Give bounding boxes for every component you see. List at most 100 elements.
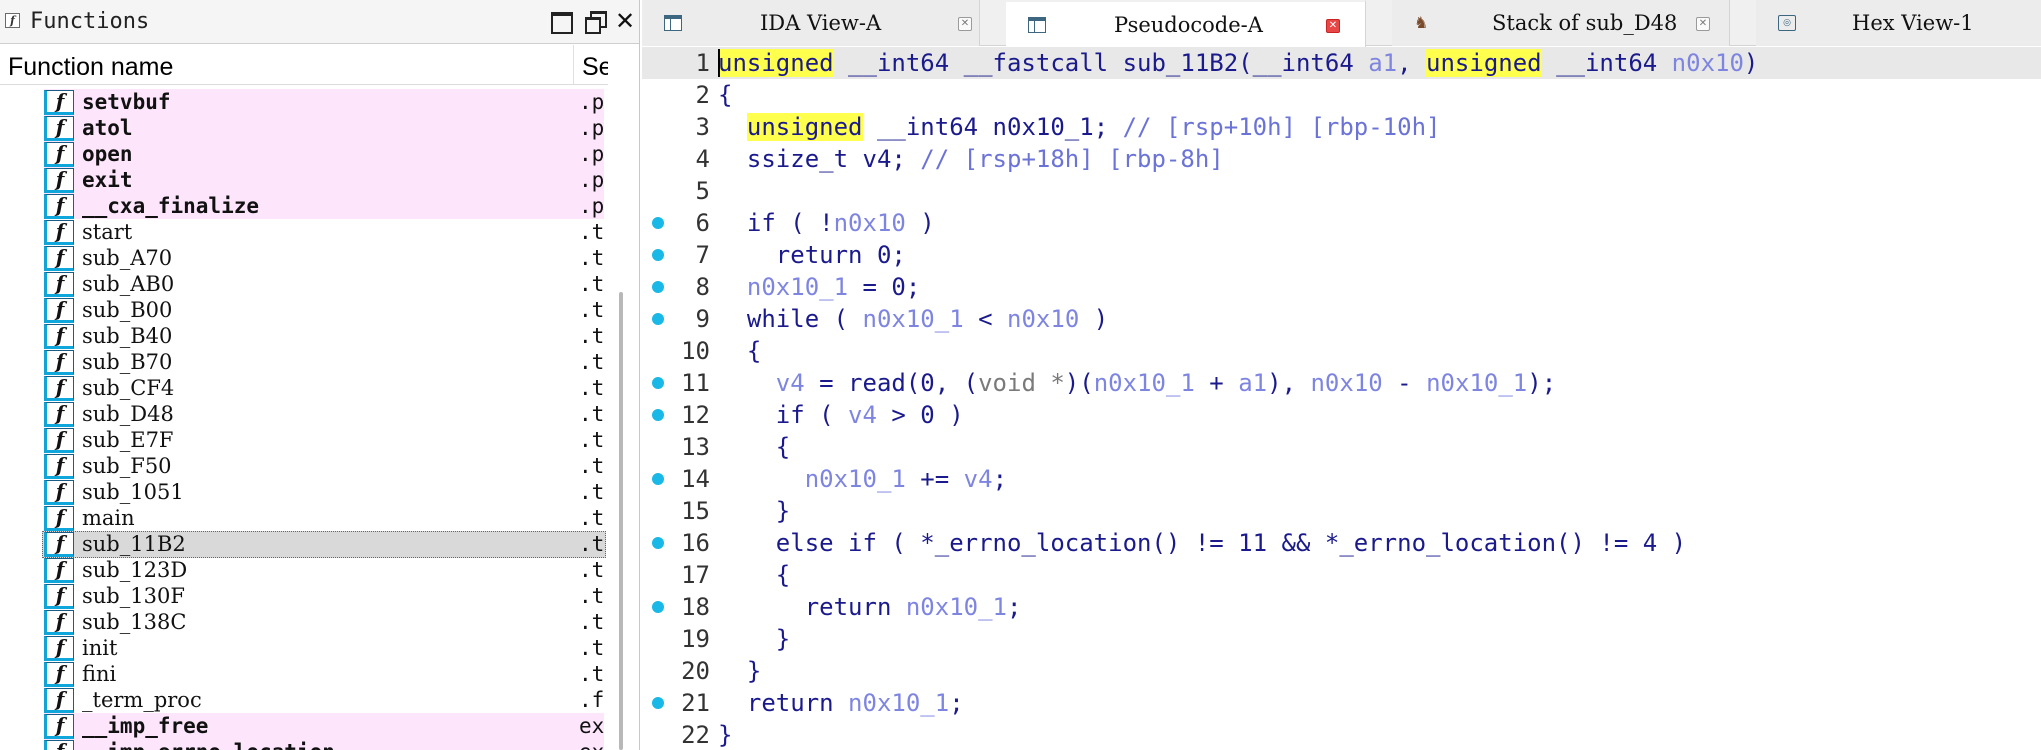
code-text: {	[718, 433, 791, 461]
function-name: sub_B70	[82, 350, 173, 374]
function-icon: f	[44, 662, 74, 687]
code-line[interactable]: 14 n0x10_1 += v4;	[642, 463, 2041, 495]
code-line[interactable]: 20 }	[642, 655, 2041, 687]
function-row[interactable]: f sub_B70 .t	[0, 349, 604, 375]
function-row[interactable]: f __imp_errno_location ex	[0, 739, 604, 750]
function-row[interactable]: f setvbuf .p	[0, 89, 604, 115]
code-line[interactable]: 9 while ( n0x10_1 < n0x10 )	[642, 303, 2041, 335]
tab-close-icon[interactable]: ✕	[1696, 17, 1710, 31]
function-icon: f	[44, 168, 74, 193]
function-row[interactable]: f init .t	[0, 635, 604, 661]
column-segment[interactable]: Se	[582, 53, 608, 82]
function-row[interactable]: f sub_123D .t	[0, 557, 604, 583]
code-text: }	[718, 721, 733, 749]
function-row[interactable]: f sub_1051 .t	[0, 479, 604, 505]
ida-view-icon	[664, 15, 682, 31]
code-text: n0x10_1 += v4;	[804, 465, 1008, 493]
function-segment: .t	[579, 402, 605, 426]
function-name: sub_CF4	[82, 376, 175, 400]
function-row[interactable]: f sub_E7F .t	[0, 427, 604, 453]
function-row[interactable]: f sub_AB0 .t	[0, 271, 604, 297]
code-line[interactable]: 1 unsigned __int64 __fastcall sub_11B2(__…	[642, 47, 2041, 79]
code-line[interactable]: 2{	[642, 79, 2041, 111]
functions-list: f setvbuf .p f atol .p f open .p f exit .p f __cxa_fi…	[0, 89, 606, 750]
line-number: 15	[681, 497, 710, 525]
line-number: 20	[681, 657, 710, 685]
function-row[interactable]: f sub_CF4 .t	[0, 375, 604, 401]
function-segment: .t	[579, 298, 605, 322]
function-icon: f	[44, 454, 74, 479]
stack-icon: ♞	[1414, 13, 1429, 32]
function-row[interactable]: f sub_A70 .t	[0, 245, 604, 271]
function-row[interactable]: f _term_proc .f	[0, 687, 604, 713]
tab-label: Stack of sub_D48	[1492, 11, 1678, 35]
line-number: 19	[681, 625, 710, 653]
function-name: sub_B00	[82, 298, 173, 322]
function-name: sub_AB0	[82, 272, 175, 296]
function-row[interactable]: f exit .p	[0, 167, 604, 193]
column-function-name[interactable]: Function name	[8, 53, 173, 82]
function-name: sub_11B2	[82, 532, 186, 556]
function-icon: f	[44, 428, 74, 453]
function-segment: .t	[579, 454, 605, 478]
code-text: }	[718, 657, 762, 685]
float-window-icon[interactable]	[584, 10, 607, 34]
code-line[interactable]: 4 ssize_t v4; // [rsp+18h] [rbp-8h]	[642, 143, 2041, 175]
function-row[interactable]: f fini .t	[0, 661, 604, 687]
function-name: fini	[82, 662, 117, 686]
code-text: return 0;	[718, 241, 906, 269]
function-segment: .p	[579, 116, 605, 140]
code-line[interactable]: 5	[642, 175, 2041, 207]
column-separator[interactable]	[573, 45, 574, 85]
code-line[interactable]: 12 if ( v4 > 0 )	[642, 399, 2041, 431]
code-text: {	[718, 337, 762, 365]
function-row[interactable]: f open .p	[0, 141, 604, 167]
code-line[interactable]: 16 else if ( *_errno_location() != 11 &&…	[642, 527, 2041, 559]
code-line[interactable]: 11 v4 = read(0, (void *)(n0x10_1 + a1), …	[642, 367, 2041, 399]
code-text: if ( v4 > 0 )	[718, 401, 964, 429]
code-line[interactable]: 3 unsigned __int64 n0x10_1; // [rsp+10h]…	[642, 111, 2041, 143]
tab-ida-view-a[interactable]: IDA View-A ✕	[642, 0, 980, 46]
close-icon[interactable]: ✕	[614, 9, 636, 33]
function-row[interactable]: f sub_D48 .t	[0, 401, 604, 427]
code-line[interactable]: 13 {	[642, 431, 2041, 463]
tab-stack-of-sub-d48[interactable]: ♞ Stack of sub_D48 ✕	[1392, 0, 1730, 46]
function-row[interactable]: f start .t	[0, 219, 604, 245]
function-name: __imp_errno_location	[82, 739, 335, 750]
code-line[interactable]: 6 if ( !n0x10 )	[642, 207, 2041, 239]
code-line[interactable]: 8 n0x10_1 = 0;	[642, 271, 2041, 303]
line-number: 21	[681, 689, 710, 717]
code-line[interactable]: 15 }	[642, 495, 2041, 527]
tab-hex-view-1[interactable]: ◎ Hex View-1	[1756, 0, 2041, 46]
function-icon: f	[44, 584, 74, 609]
code-line[interactable]: 18 return n0x10_1;	[642, 591, 2041, 623]
function-row[interactable]: f main .t	[0, 505, 604, 531]
tab-pseudocode-a[interactable]: Pseudocode-A ✕	[1006, 0, 1366, 47]
function-row[interactable]: f sub_130F .t	[0, 583, 604, 609]
function-row[interactable]: f sub_138C .t	[0, 609, 604, 635]
function-row[interactable]: f sub_B00 .t	[0, 297, 604, 323]
code-line[interactable]: 10 {	[642, 335, 2041, 367]
function-segment: .t	[579, 480, 605, 504]
code-line[interactable]: 19 }	[642, 623, 2041, 655]
code-line[interactable]: 17 {	[642, 559, 2041, 591]
function-row[interactable]: f sub_B40 .t	[0, 323, 604, 349]
tab-label: Hex View-1	[1852, 11, 1974, 35]
tab-close-icon[interactable]: ✕	[1326, 19, 1340, 33]
pseudocode-view[interactable]: 1 unsigned __int64 __fastcall sub_11B2(__…	[642, 47, 2041, 750]
function-icon: f	[44, 376, 74, 401]
function-row[interactable]: f atol .p	[0, 115, 604, 141]
function-row[interactable]: f sub_11B2 .t	[0, 531, 606, 558]
function-icon: f	[44, 558, 74, 583]
function-row[interactable]: f __imp_free ex	[0, 713, 604, 739]
code-line[interactable]: 7 return 0;	[642, 239, 2041, 271]
function-row[interactable]: f sub_F50 .t	[0, 453, 604, 479]
tab-close-icon[interactable]: ✕	[958, 17, 972, 31]
code-line[interactable]: 21 return n0x10_1;	[642, 687, 2041, 719]
line-number: 11	[681, 369, 710, 397]
functions-scrollbar[interactable]	[619, 292, 623, 750]
function-row[interactable]: f __cxa_finalize .p	[0, 193, 604, 219]
maximize-icon[interactable]	[550, 10, 573, 34]
function-name: exit	[82, 168, 133, 192]
code-line[interactable]: 22}	[642, 719, 2041, 750]
